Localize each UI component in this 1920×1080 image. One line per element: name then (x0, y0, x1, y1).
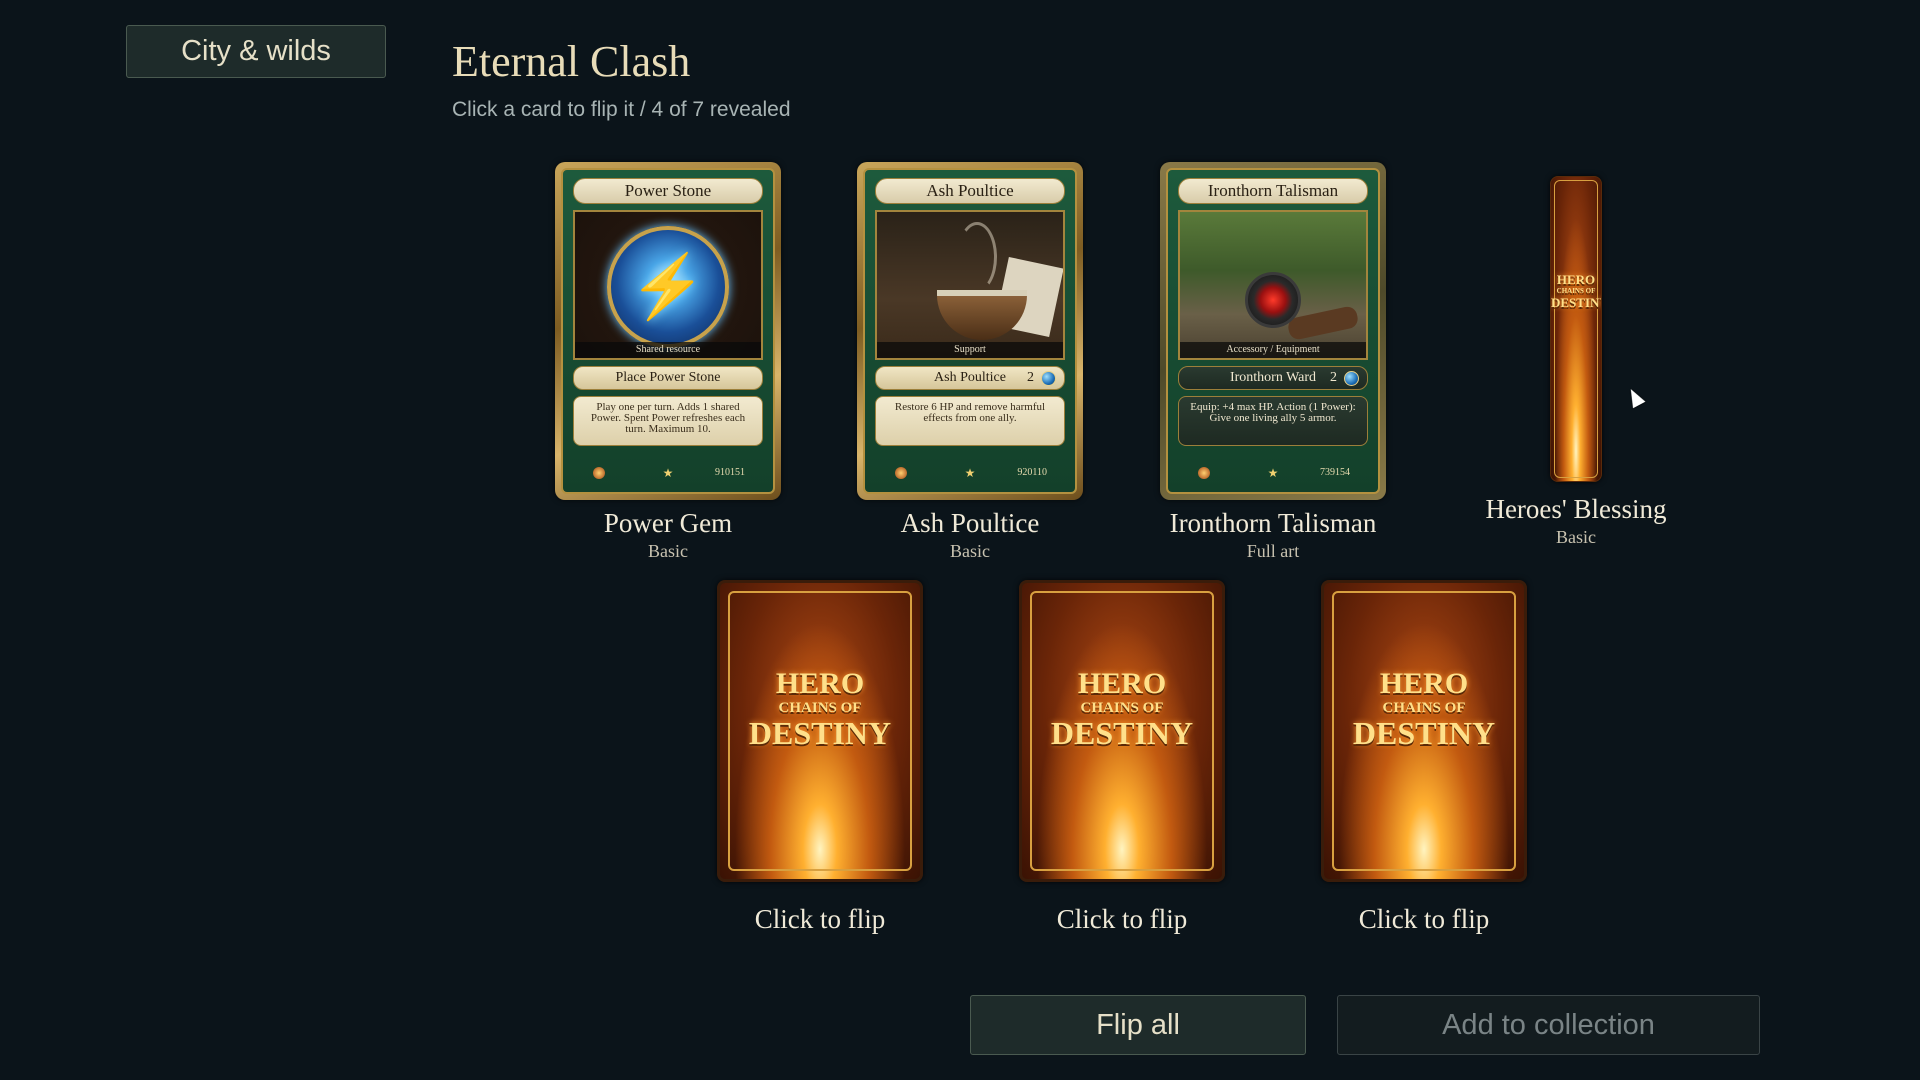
card-art: Support (875, 210, 1065, 360)
add-to-collection-button[interactable]: Add to collection (1337, 995, 1760, 1055)
card-name: Heroes' Blessing (1485, 494, 1667, 524)
reveal-status: Click a card to flip it / 4 of 7 reveale… (452, 98, 791, 121)
card-slot-heroes-blessing[interactable]: HERO CHAINS OF DESTINY Heroes' Blessing … (1426, 176, 1726, 548)
card-name: Ironthorn Talisman (1169, 508, 1377, 538)
card-text: Equip: +4 max HP. Action (1 Power): Give… (1178, 396, 1368, 446)
card-footer: ★ 739154 (1178, 466, 1368, 484)
card-front[interactable]: Power Stone ⚡ Shared resource Place Powe… (555, 162, 781, 500)
card-name: Ash Poultice (900, 508, 1040, 538)
flip-prompt: Click to flip (1056, 904, 1188, 934)
lightning-orb-icon: ⚡ (607, 226, 729, 348)
mana-gem-icon (1344, 371, 1359, 386)
card-front[interactable]: Ash Poultice Support Ash Poultice 2 Rest… (857, 162, 1083, 500)
card-slot-power-gem[interactable]: Power Stone ⚡ Shared resource Place Powe… (518, 162, 818, 562)
card-rarity: Basic (1556, 527, 1596, 547)
card-front[interactable]: Ironthorn Talisman Accessory / Equipment… (1160, 162, 1386, 500)
herbal-bowl-icon (937, 290, 1027, 340)
card-cost: 2 (1027, 370, 1034, 385)
card-art: Accessory / Equipment (1178, 210, 1368, 360)
hero-chains-of-destiny-logo: HERO CHAINS OF DESTINY (1551, 272, 1601, 310)
faction-icon (593, 467, 605, 479)
card-slot-ash-poultice[interactable]: Ash Poultice Support Ash Poultice 2 Rest… (820, 162, 1120, 562)
card-title: Ash Poultice (875, 178, 1065, 204)
card-footer: ★ 910151 (573, 466, 763, 484)
faction-icon (1198, 467, 1210, 479)
star-icon: ★ (1267, 466, 1279, 480)
hero-chains-of-destiny-logo: HERO CHAINS OF DESTINY (748, 667, 892, 751)
page-title: Eternal Clash (452, 37, 691, 86)
card-ability: Ash Poultice 2 (875, 366, 1065, 390)
star-icon: ★ (964, 466, 976, 480)
star-icon: ★ (662, 466, 674, 480)
hero-chains-of-destiny-logo: HERO CHAINS OF DESTINY (1050, 667, 1194, 751)
card-back[interactable]: HERO CHAINS OF DESTINY (1019, 580, 1225, 882)
flip-all-button[interactable]: Flip all (970, 995, 1306, 1055)
hero-chains-of-destiny-logo: HERO CHAINS OF DESTINY (1352, 667, 1496, 751)
card-title: Power Stone (573, 178, 763, 204)
card-rarity: Basic (648, 541, 688, 561)
card-type: Accessory / Equipment (1180, 342, 1366, 358)
card-text: Restore 6 HP and remove harmful effects … (875, 396, 1065, 446)
card-name: Power Gem (603, 508, 733, 538)
hidden-card-slot[interactable]: HERO CHAINS OF DESTINY Click to flip (972, 580, 1272, 935)
hidden-card-slot[interactable]: HERO CHAINS OF DESTINY Click to flip (670, 580, 970, 935)
card-slot-ironthorn-talisman[interactable]: Ironthorn Talisman Accessory / Equipment… (1123, 162, 1423, 562)
ruby-amulet-icon (1245, 272, 1301, 328)
card-type: Support (877, 342, 1063, 358)
card-rarity: Full art (1246, 541, 1300, 561)
card-art: ⚡ Shared resource (573, 210, 763, 360)
card-ability: Ironthorn Ward 2 (1178, 366, 1368, 390)
flip-prompt: Click to flip (1358, 904, 1490, 934)
card-back-flipping[interactable]: HERO CHAINS OF DESTINY (1550, 176, 1602, 482)
card-cost: 2 (1330, 370, 1337, 385)
card-text: Play one per turn. Adds 1 shared Power. … (573, 396, 763, 446)
card-back[interactable]: HERO CHAINS OF DESTINY (717, 580, 923, 882)
card-type: Shared resource (575, 342, 761, 358)
card-footer: ★ 920110 (875, 466, 1065, 484)
mana-gem-icon (1041, 371, 1056, 386)
card-rarity: Basic (950, 541, 990, 561)
card-back[interactable]: HERO CHAINS OF DESTINY (1321, 580, 1527, 882)
city-and-wilds-button[interactable]: City & wilds (126, 25, 386, 78)
faction-icon (895, 467, 907, 479)
card-title: Ironthorn Talisman (1178, 178, 1368, 204)
flip-prompt: Click to flip (754, 904, 886, 934)
hidden-card-slot[interactable]: HERO CHAINS OF DESTINY Click to flip (1274, 580, 1574, 935)
card-ability: Place Power Stone (573, 366, 763, 390)
